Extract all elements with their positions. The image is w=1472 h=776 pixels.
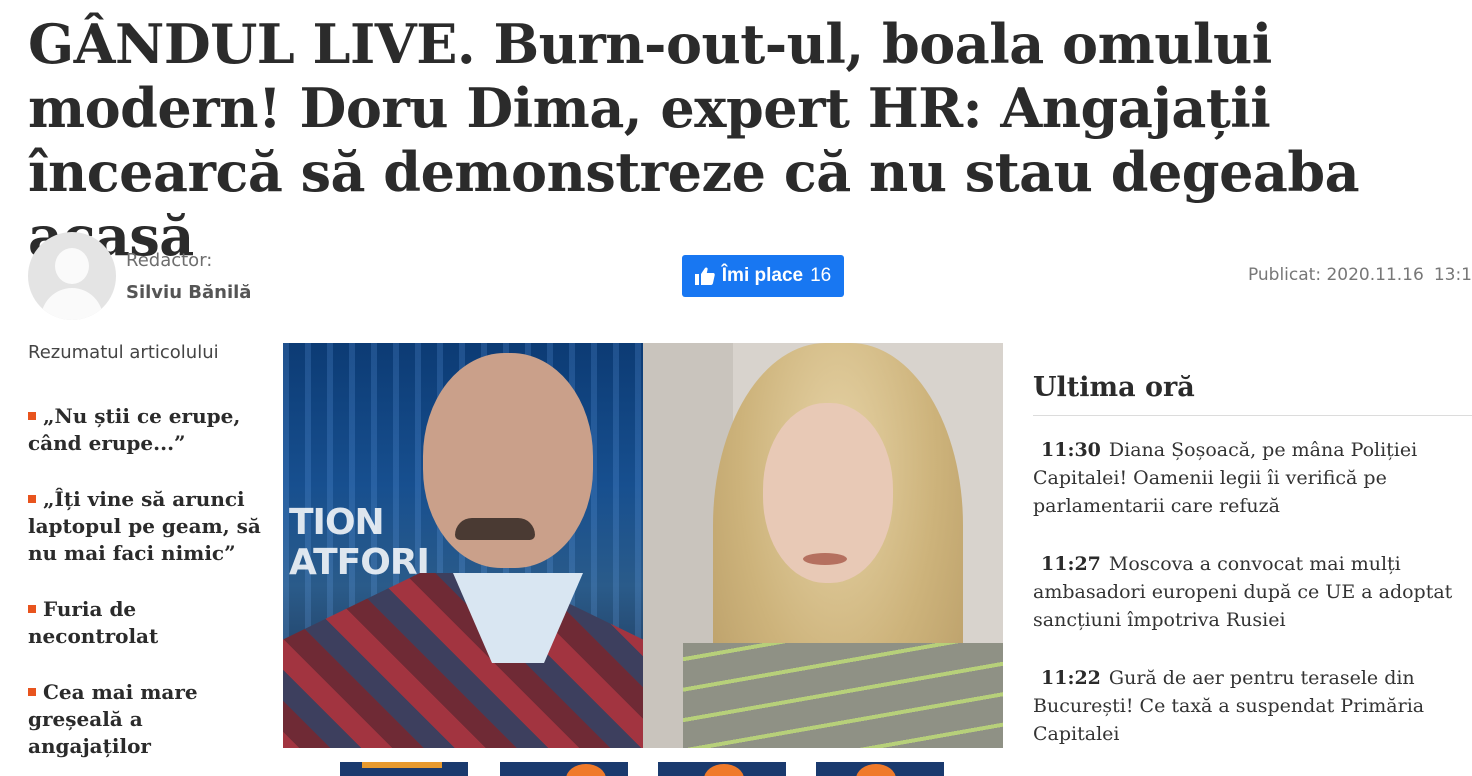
summary-item[interactable]: „Îți vine să arunci laptopul pe geam, să… bbox=[28, 486, 268, 567]
news-item[interactable]: 11:22 Gură de aer pentru terasele din Buc… bbox=[1033, 664, 1472, 748]
sign-line-2: ATFORI bbox=[289, 542, 430, 583]
bullet-icon bbox=[28, 495, 36, 503]
video-thumbnail[interactable] bbox=[500, 762, 628, 776]
avatar-head-shape bbox=[55, 248, 89, 284]
thumbs-up-icon bbox=[694, 267, 715, 285]
video-thumbnail[interactable] bbox=[658, 762, 786, 776]
article-meta: Redactor: Silviu Bănilă Îmi place 16 Pub… bbox=[28, 232, 1472, 322]
thumbnail-circle bbox=[566, 764, 606, 776]
latest-news-sidebar: Ultima oră 11:30 Diana Șoșoacă, pe mâna P… bbox=[1033, 372, 1472, 776]
summary-title: Rezumatul articolului bbox=[28, 342, 219, 363]
video-right-pane bbox=[643, 343, 1003, 748]
bullet-icon bbox=[28, 688, 36, 696]
thumbnail-circle bbox=[704, 764, 744, 776]
news-time: 11:22 bbox=[1041, 667, 1101, 689]
host-lips bbox=[803, 553, 847, 565]
summary-item-text: „Îți vine să arunci laptopul pe geam, să… bbox=[28, 487, 261, 565]
publish-date: Publicat: 2020.11.16 13:1 bbox=[1248, 265, 1472, 285]
sidebar-title: Ultima oră bbox=[1033, 372, 1472, 416]
author-name[interactable]: Silviu Bănilă bbox=[126, 282, 251, 303]
news-time: 11:30 bbox=[1041, 439, 1101, 461]
summary-item-text: Furia de necontrolat bbox=[28, 597, 159, 648]
summary-list: „Nu știi ce erupe, când erupe...” „Îți v… bbox=[28, 403, 268, 760]
summary-item[interactable]: „Nu știi ce erupe, când erupe...” bbox=[28, 403, 268, 457]
video-player[interactable]: TION ATFORI bbox=[283, 343, 1003, 748]
avatar-body-shape bbox=[41, 288, 103, 320]
author-avatar bbox=[28, 232, 116, 320]
news-item[interactable]: 11:27 Moscova a convocat mai mulți ambasa… bbox=[1033, 550, 1472, 634]
host-sweater bbox=[683, 643, 1003, 748]
publish-time: 13:1 bbox=[1433, 265, 1472, 285]
thumbnail-circle bbox=[856, 764, 896, 776]
news-time: 11:27 bbox=[1041, 553, 1101, 575]
article-headline: GÂNDUL LIVE. Burn-out-ul, boala omului m… bbox=[28, 12, 1360, 268]
summary-item[interactable]: Cea mai mare greșeală a angajaților bbox=[28, 679, 268, 760]
news-item[interactable]: 11:30 Diana Șoșoacă, pe mâna Poliției Cap… bbox=[1033, 436, 1472, 520]
author-label: Redactor: bbox=[126, 250, 213, 271]
like-label: Îmi place bbox=[721, 265, 804, 286]
summary-item[interactable]: Furia de necontrolat bbox=[28, 596, 268, 650]
article-summary: Rezumatul articolului „Nu știi ce erupe,… bbox=[28, 342, 268, 776]
guest-moustache bbox=[455, 518, 535, 540]
video-left-pane: TION ATFORI bbox=[283, 343, 643, 748]
video-thumbnails bbox=[340, 762, 980, 776]
sign-line-1: TION bbox=[289, 502, 385, 543]
thumbnail-label bbox=[362, 762, 442, 768]
summary-item-text: „Nu știi ce erupe, când erupe...” bbox=[28, 404, 241, 455]
bullet-icon bbox=[28, 605, 36, 613]
video-thumbnail[interactable] bbox=[816, 762, 944, 776]
bullet-icon bbox=[28, 412, 36, 420]
publish-date-label: Publicat: 2020.11.16 bbox=[1247, 265, 1424, 285]
like-count: 16 bbox=[810, 265, 832, 286]
summary-item-text: Cea mai mare greșeală a angajaților bbox=[28, 680, 198, 758]
background-sign-text: TION ATFORI bbox=[289, 502, 430, 583]
video-thumbnail[interactable] bbox=[340, 762, 468, 776]
facebook-like-button[interactable]: Îmi place 16 bbox=[682, 255, 844, 297]
